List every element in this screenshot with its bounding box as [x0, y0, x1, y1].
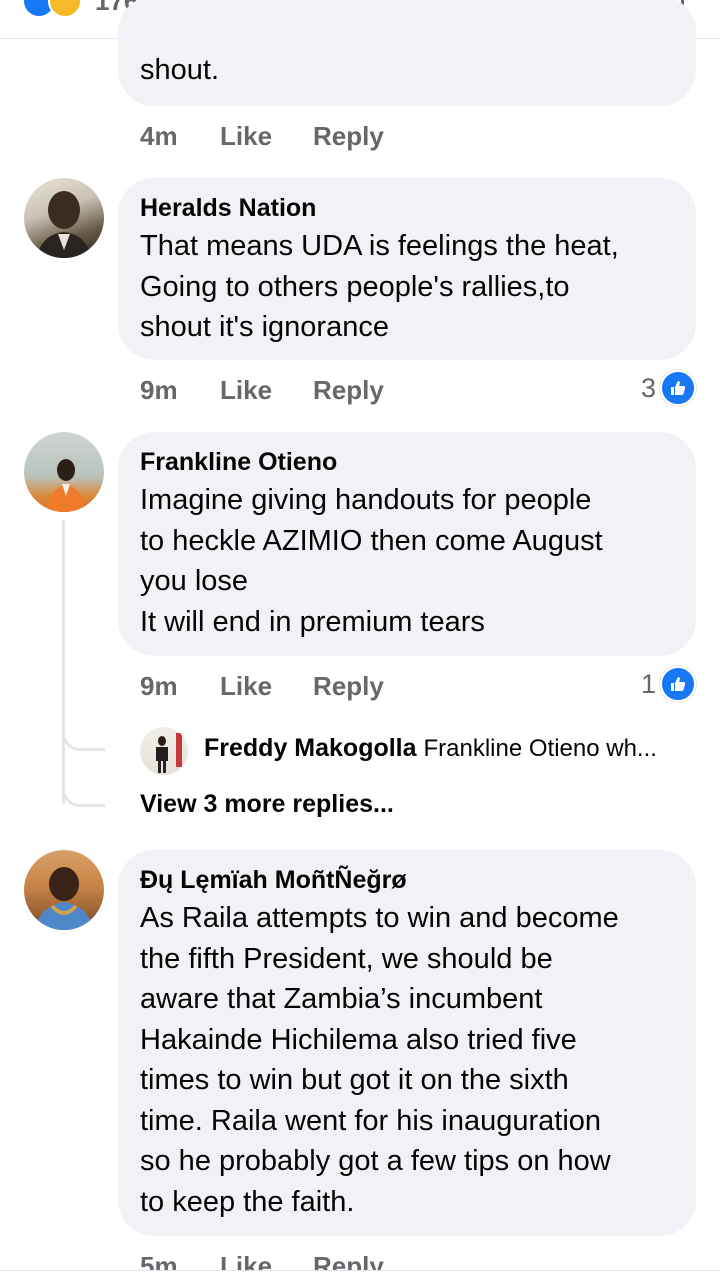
avatar-photo-icon	[156, 733, 182, 773]
comment-time[interactable]: 4m	[140, 119, 178, 153]
avatar-photo-icon	[36, 191, 92, 258]
comment-bubble[interactable]: shout.	[118, 0, 696, 106]
reply-button[interactable]: Reply	[313, 373, 384, 407]
thread-line	[62, 756, 105, 807]
avatar-photo-icon	[46, 459, 86, 512]
like-button[interactable]: Like	[220, 119, 272, 153]
haha-reaction-icon	[48, 0, 82, 18]
comment-bubble[interactable]: Frankline Otieno Imagine giving handouts…	[118, 432, 696, 656]
comment-author[interactable]: Frankline Otieno	[140, 446, 674, 478]
comment-bubble[interactable]: Heralds Nation That means UDA is feeling…	[118, 178, 696, 360]
comment-time[interactable]: 9m	[140, 373, 178, 407]
thread-line	[62, 700, 105, 751]
comment-author[interactable]: Heralds Nation	[140, 192, 674, 224]
avatar-photo-icon	[34, 867, 94, 930]
screen-edge	[0, 1270, 720, 1282]
avatar[interactable]	[24, 178, 104, 258]
reply-button[interactable]: Reply	[313, 119, 384, 153]
reply-button[interactable]: Reply	[313, 669, 384, 703]
comment-bubble[interactable]: Đų Lęmïah MoñtÑeğrø As Raila attempts to…	[118, 850, 696, 1236]
view-more-replies-link[interactable]: View 3 more replies...	[140, 790, 394, 819]
comment-text: As Raila attempts to win and become the …	[140, 902, 619, 1218]
comment-author[interactable]: Đų Lęmïah MoñtÑeğrø	[140, 864, 674, 896]
reply-snippet: Frankline Otieno wh...	[423, 735, 657, 762]
like-button[interactable]: Like	[220, 669, 272, 703]
reply-author[interactable]: Freddy Makogolla	[204, 734, 417, 762]
comment-text: shout.	[140, 54, 219, 86]
comment-time[interactable]: 9m	[140, 669, 178, 703]
like-button[interactable]: Like	[220, 373, 272, 407]
reply-preview[interactable]: Freddy Makogolla Frankline Otieno wh...	[204, 734, 657, 763]
comment-text: That means UDA is feelings the heat, Goi…	[140, 230, 619, 343]
avatar[interactable]	[24, 850, 104, 930]
reply-avatar[interactable]	[140, 727, 188, 775]
like-thumb-icon	[660, 666, 696, 702]
comment-text: Imagine giving handouts for people to he…	[140, 484, 603, 638]
reaction-count: 1	[640, 668, 656, 699]
reaction-count: 3	[640, 372, 656, 403]
avatar[interactable]	[24, 432, 104, 512]
like-thumb-icon	[660, 370, 696, 406]
divider	[0, 1270, 720, 1271]
reaction-summary[interactable]: 1	[640, 666, 696, 702]
reaction-summary[interactable]: 3	[640, 370, 696, 406]
